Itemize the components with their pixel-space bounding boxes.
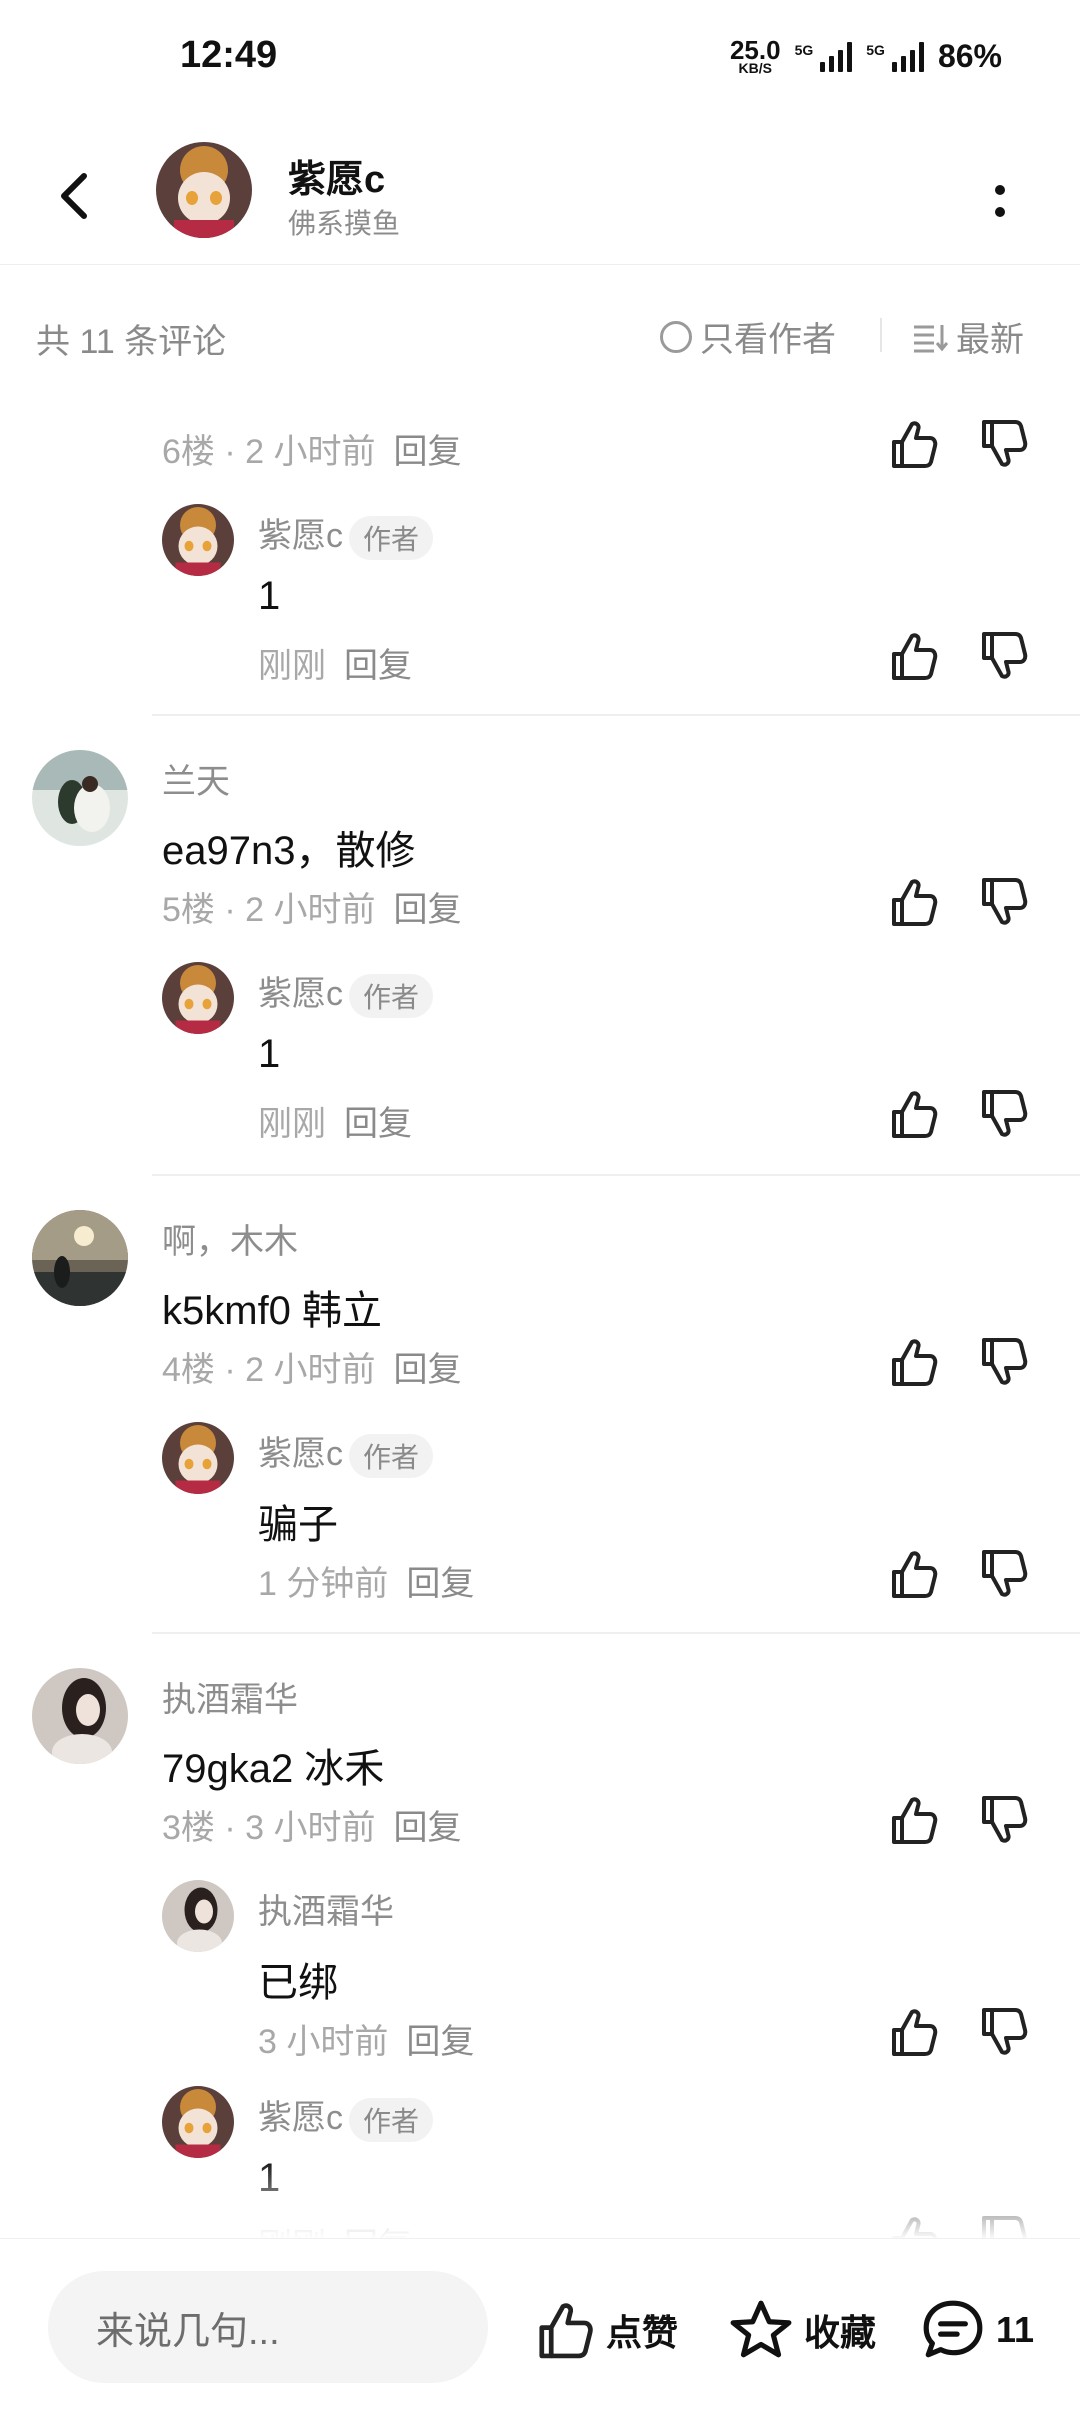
- author-only-toggle[interactable]: 只看作者: [660, 312, 836, 361]
- dislike-icon[interactable]: [974, 628, 1030, 684]
- star-icon: [730, 2300, 792, 2358]
- comment-meta: 4楼 · 2 小时前 回复: [162, 1351, 462, 1389]
- avatar[interactable]: [156, 142, 252, 238]
- like-icon[interactable]: [884, 1086, 940, 1142]
- divider: [880, 318, 882, 352]
- like-icon[interactable]: [884, 874, 940, 930]
- avatar[interactable]: [162, 504, 234, 576]
- author-subtitle: 佛系摸鱼: [288, 208, 401, 239]
- reply-button[interactable]: 回复: [344, 647, 412, 685]
- reply-author[interactable]: 执酒霜华: [258, 1884, 394, 1933]
- comment-author[interactable]: 啊，木木: [162, 1214, 298, 1263]
- reply-author[interactable]: 紫愿c 作者: [258, 2090, 434, 2143]
- reply-button[interactable]: 回复: [393, 891, 461, 929]
- avatar[interactable]: [32, 1210, 128, 1306]
- reply-button[interactable]: 回复: [393, 1809, 461, 1847]
- separator: [152, 714, 1080, 716]
- dislike-icon[interactable]: [974, 2004, 1030, 2060]
- reply-button[interactable]: 回复: [406, 2023, 474, 2061]
- bottom-bar: 来说几句... 点赞 收藏 11: [0, 2238, 1080, 2413]
- reply-text: 1: [258, 1032, 281, 1076]
- avatar[interactable]: [32, 750, 128, 846]
- comment-text: 79gka2 冰禾: [162, 1747, 385, 1791]
- separator: [152, 1174, 1080, 1176]
- comment-text: ea97n3，散修: [162, 829, 416, 873]
- reply-button[interactable]: 回复: [393, 1351, 461, 1389]
- radio-icon: [660, 320, 692, 353]
- signal-icon: 5G: [795, 41, 853, 72]
- comment-input[interactable]: 来说几句...: [48, 2271, 488, 2383]
- more-button[interactable]: [980, 172, 1020, 232]
- reply-text: 1: [258, 574, 281, 618]
- reply-text: 骗子: [258, 1503, 338, 1547]
- reply-button[interactable]: 回复: [393, 433, 461, 471]
- more-vertical-icon: [995, 185, 1005, 217]
- sort-button[interactable]: 最新: [912, 312, 1024, 361]
- like-icon[interactable]: [884, 1546, 940, 1602]
- back-button[interactable]: [46, 164, 110, 228]
- author-tag: 作者: [349, 974, 434, 1019]
- comments-toolbar: 共 11 条评论 只看作者 最新: [0, 266, 1080, 406]
- reply-button[interactable]: 回复: [406, 1565, 474, 1603]
- reply-author[interactable]: 紫愿c 作者: [258, 1426, 434, 1479]
- comment-text: k5kmf0 韩立: [162, 1289, 383, 1333]
- dislike-icon[interactable]: [974, 416, 1030, 472]
- chevron-left-icon: [61, 173, 87, 219]
- like-icon: [530, 2297, 596, 2363]
- avatar[interactable]: [162, 1422, 234, 1494]
- comment-meta: 6楼 · 2 小时前 回复: [162, 433, 462, 471]
- sort-icon: [914, 324, 948, 352]
- avatar[interactable]: [32, 1668, 128, 1764]
- like-button[interactable]: 点赞: [530, 2297, 678, 2363]
- status-time: 12:49: [180, 34, 278, 76]
- like-icon[interactable]: [884, 1334, 940, 1390]
- avatar[interactable]: [162, 2086, 234, 2158]
- network-speed: 25.0 KB/S: [729, 34, 781, 76]
- scroll-fade: [0, 2160, 1080, 2240]
- reply-meta: 1 分钟前 回复: [258, 1565, 475, 1603]
- header: 紫愿c 佛系摸鱼: [0, 120, 1080, 265]
- like-icon[interactable]: [884, 1792, 940, 1848]
- author-tag: 作者: [349, 2098, 434, 2143]
- status-icons: 25.0 KB/S 5G 5G 86%: [729, 34, 1002, 76]
- comment-meta: 3楼 · 3 小时前 回复: [162, 1809, 462, 1847]
- comment-meta: 5楼 · 2 小时前 回复: [162, 891, 462, 929]
- dislike-icon[interactable]: [974, 1086, 1030, 1142]
- reply-meta: 3 小时前 回复: [258, 2023, 475, 2061]
- reply-author[interactable]: 紫愿c 作者: [258, 966, 434, 1019]
- comment-author[interactable]: 兰天: [162, 754, 230, 803]
- author-tag: 作者: [349, 516, 434, 561]
- dislike-icon[interactable]: [974, 874, 1030, 930]
- like-icon[interactable]: [884, 416, 940, 472]
- author-tag: 作者: [349, 1434, 434, 1479]
- reply-author[interactable]: 紫愿c 作者: [258, 508, 434, 561]
- like-icon[interactable]: [884, 2004, 940, 2060]
- dislike-icon[interactable]: [974, 1334, 1030, 1390]
- comment-icon: [923, 2300, 983, 2358]
- avatar[interactable]: [162, 1880, 234, 1952]
- reply-text: 已绑: [258, 1961, 338, 2005]
- comments-button[interactable]: 11: [920, 2297, 1034, 2363]
- separator: [152, 1632, 1080, 1634]
- dislike-icon[interactable]: [974, 1792, 1030, 1848]
- reply-meta: 刚刚回复: [258, 647, 412, 685]
- favorite-button[interactable]: 收藏: [728, 2297, 876, 2363]
- reply-meta: 刚刚回复: [258, 1105, 412, 1143]
- comment-count: 共 11 条评论: [36, 323, 227, 361]
- comment-author[interactable]: 执酒霜华: [162, 1672, 298, 1721]
- dislike-icon[interactable]: [974, 1546, 1030, 1602]
- signal-icon: 5G: [866, 41, 924, 72]
- author-name[interactable]: 紫愿c: [288, 148, 385, 203]
- reply-button[interactable]: 回复: [344, 1105, 412, 1143]
- like-icon[interactable]: [884, 628, 940, 684]
- battery-level: 86%: [937, 38, 1002, 74]
- avatar[interactable]: [162, 962, 234, 1034]
